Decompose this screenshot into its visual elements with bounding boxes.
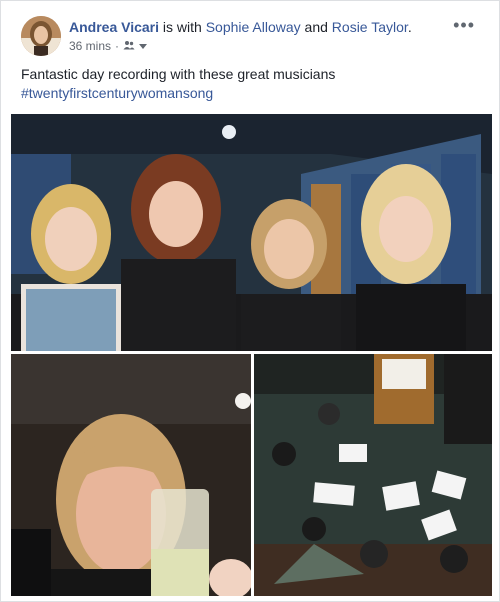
- title-period: .: [407, 19, 412, 35]
- post-text: Fantastic day recording with these great…: [21, 65, 481, 103]
- post-card: Andrea Vicari is with Sophie Alloway and…: [0, 0, 500, 602]
- photo-selfie[interactable]: [11, 354, 251, 596]
- more-options-button[interactable]: •••: [453, 16, 475, 34]
- meta-separator: ·: [115, 39, 120, 53]
- audience-dropdown-icon[interactable]: [139, 38, 148, 54]
- author-name-link[interactable]: Andrea Vicari: [69, 19, 159, 35]
- photo-studio-overhead[interactable]: [254, 354, 492, 596]
- post-meta: 36 mins ·: [69, 38, 148, 54]
- post-header: Andrea Vicari is with Sophie Alloway and…: [21, 16, 481, 58]
- author-avatar[interactable]: [21, 16, 61, 56]
- with-text: is with: [159, 19, 206, 35]
- tagged-user-link-2[interactable]: Rosie Taylor: [332, 19, 408, 35]
- friends-icon[interactable]: [123, 38, 135, 54]
- timestamp-link[interactable]: 36 mins: [69, 38, 111, 54]
- post-title: Andrea Vicari is with Sophie Alloway and…: [69, 18, 412, 36]
- photo-main[interactable]: [11, 114, 492, 351]
- post-message: Fantastic day recording with these great…: [21, 66, 336, 82]
- and-text: and: [300, 19, 332, 35]
- tagged-user-link-1[interactable]: Sophie Alloway: [206, 19, 301, 35]
- hashtag-link[interactable]: #twentyfirstcenturywomansong: [21, 84, 481, 103]
